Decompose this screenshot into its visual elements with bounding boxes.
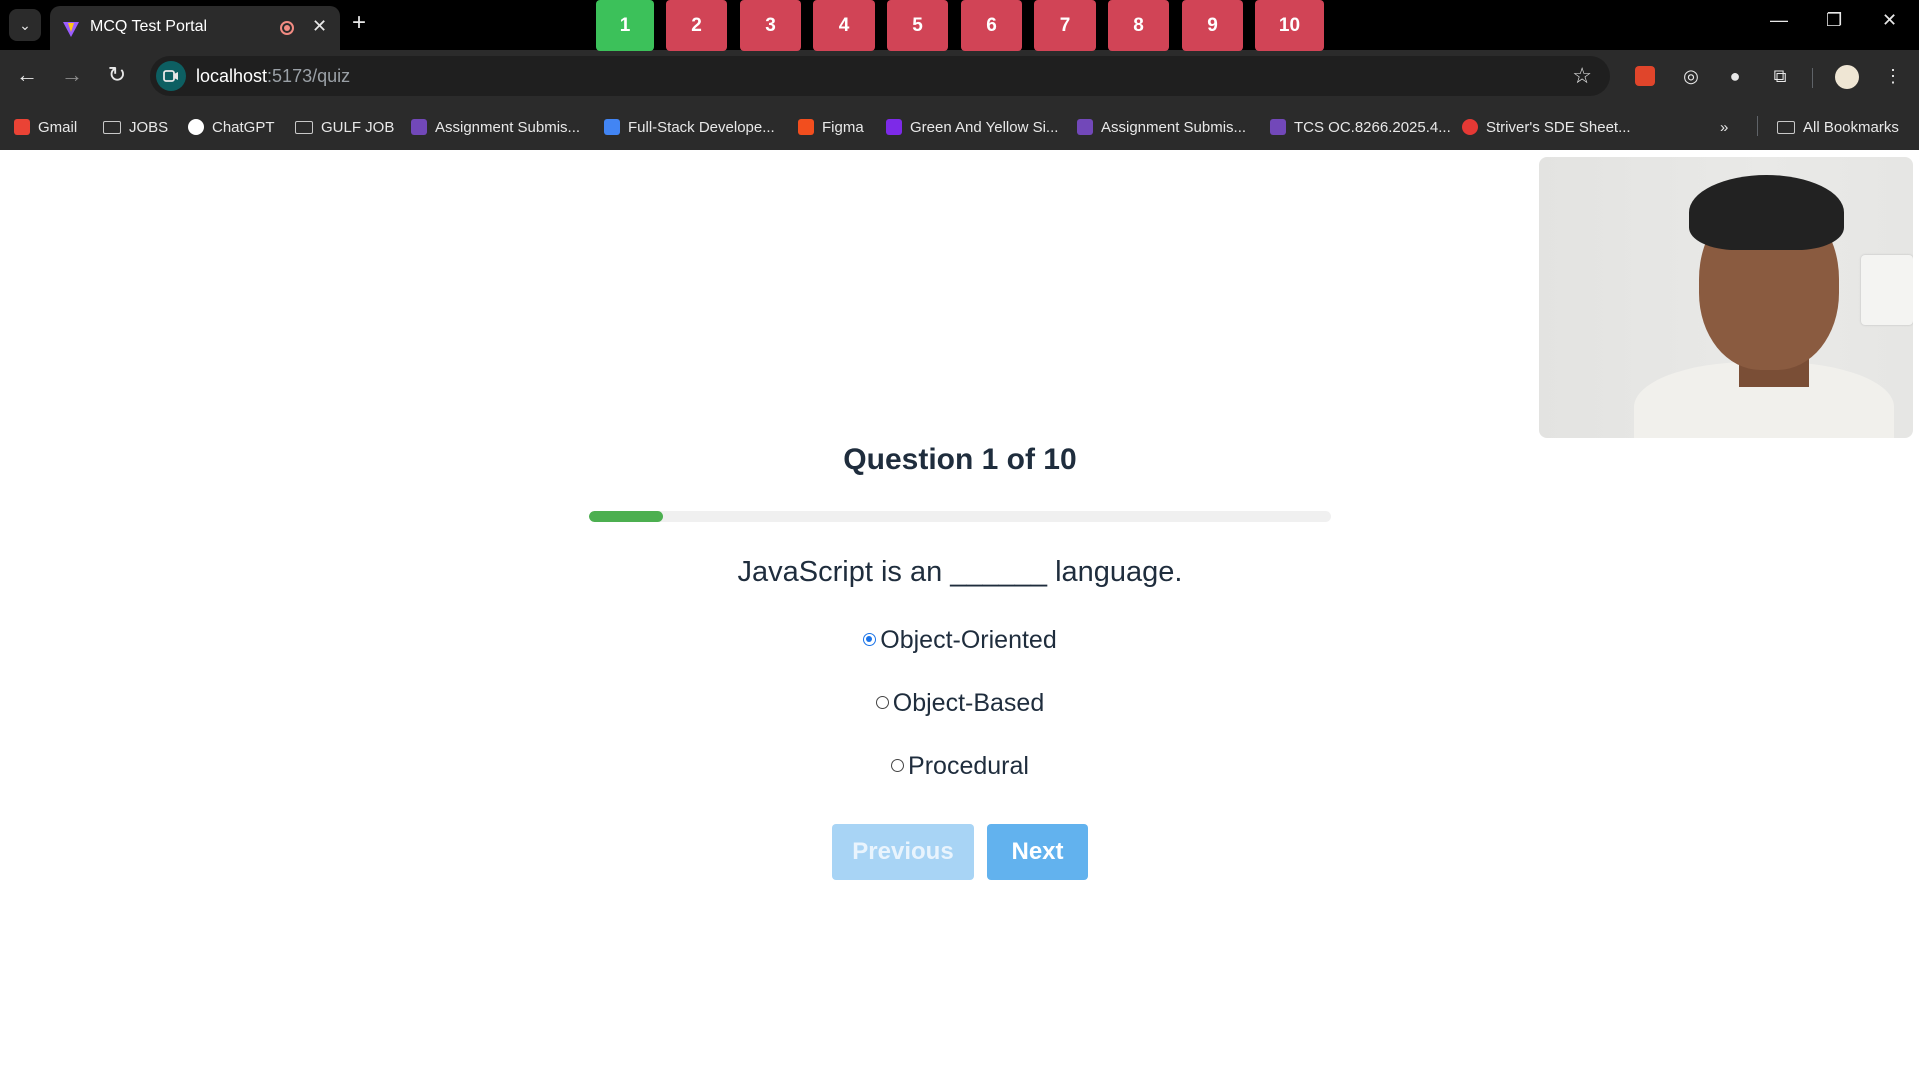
bookmark-chatgpt[interactable]: ChatGPT — [188, 116, 275, 138]
question-button-2[interactable]: 2 — [666, 0, 727, 51]
bookmark-figma[interactable]: Figma — [798, 116, 864, 138]
bookmark-striver[interactable]: Striver's SDE Sheet... — [1462, 116, 1631, 138]
bookmark-label: ChatGPT — [212, 118, 275, 136]
tab-title: MCQ Test Portal — [90, 18, 208, 35]
folder-icon — [103, 120, 121, 134]
more-bookmarks-button[interactable]: » — [1720, 116, 1728, 138]
restore-icon[interactable]: ❐ — [1826, 10, 1842, 31]
question-button-8[interactable]: 8 — [1108, 0, 1169, 51]
bookmark-star-icon[interactable]: ☆ — [1572, 63, 1592, 89]
question-button-9[interactable]: 9 — [1182, 0, 1243, 51]
bookmark-fullstack[interactable]: Full-Stack Develope... — [604, 116, 775, 138]
close-window-icon[interactable]: ✕ — [1882, 10, 1897, 31]
all-bookmarks-button[interactable]: All Bookmarks — [1777, 116, 1899, 138]
question-button-7[interactable]: 7 — [1034, 0, 1096, 51]
bookmark-green-yellow[interactable]: Green And Yellow Si... — [886, 116, 1058, 138]
figma-icon — [798, 119, 814, 135]
radio-icon[interactable] — [875, 695, 889, 709]
wall-socket — [1861, 255, 1913, 325]
double-chevron-icon: » — [1720, 118, 1729, 136]
question-button-5[interactable]: 5 — [887, 0, 948, 51]
bookmark-jobs[interactable]: JOBS — [103, 116, 168, 138]
profile-avatar[interactable] — [1835, 65, 1859, 89]
question-button-1[interactable]: 1 — [596, 0, 654, 51]
vite-logo-icon — [63, 22, 79, 37]
radio-selected-icon[interactable] — [863, 632, 877, 646]
bookmark-label: GULF JOB — [321, 118, 395, 136]
browser-toolbar: ← → ↻ localhost:5173/quiz ☆ ◎ ● ⧉ ⋮ — [0, 50, 1919, 102]
bookmark-label: Assignment Submis... — [1101, 118, 1247, 136]
chevron-down-icon: ⌄ — [19, 16, 31, 33]
forms-icon — [1270, 119, 1286, 135]
tuf-icon — [1462, 119, 1478, 135]
question-button-4[interactable]: 4 — [813, 0, 875, 51]
forms-icon — [1077, 119, 1093, 135]
person-hair — [1689, 175, 1844, 250]
extension-red-icon[interactable] — [1633, 64, 1657, 88]
question-button-3[interactable]: 3 — [740, 0, 801, 51]
toolbar-divider — [1812, 68, 1813, 88]
extensions-puzzle-icon[interactable]: ⧉ — [1768, 64, 1792, 88]
bookmark-label: Gmail — [38, 118, 78, 136]
docs-icon — [604, 119, 620, 135]
option-label[interactable]: Object-Oriented — [880, 626, 1056, 654]
address-bar[interactable]: localhost:5173/quiz ☆ — [150, 56, 1610, 96]
question-button-6[interactable]: 6 — [961, 0, 1022, 51]
extension-circle-icon[interactable]: ● — [1723, 64, 1747, 88]
bookmark-assignment-2[interactable]: Assignment Submis... — [1077, 116, 1246, 138]
camera-icon[interactable] — [156, 61, 186, 91]
forms-icon — [411, 119, 427, 135]
next-button[interactable]: Next — [987, 824, 1088, 880]
close-tab-icon[interactable]: ✕ — [312, 16, 327, 37]
option-3[interactable]: Procedural — [589, 752, 1331, 781]
url-host: localhost — [196, 66, 268, 86]
bookmark-assignment-1[interactable]: Assignment Submis... — [411, 116, 580, 138]
bookmark-label: Assignment Submis... — [435, 118, 581, 136]
gmail-icon — [14, 119, 30, 135]
option-label[interactable]: Object-Based — [893, 689, 1044, 717]
chatgpt-icon — [188, 119, 204, 135]
tab-active[interactable]: MCQ Test Portal ✕ — [50, 6, 340, 50]
tab-search-button[interactable]: ⌄ — [9, 9, 41, 41]
back-arrow-icon[interactable]: ← — [14, 63, 40, 87]
question-text: JavaScript is an ______ language. — [737, 556, 1183, 588]
bookmark-label: Figma — [822, 118, 864, 136]
new-tab-button[interactable]: + — [352, 10, 366, 36]
folder-icon — [1777, 120, 1795, 134]
bookmark-gulf-job[interactable]: GULF JOB — [295, 116, 394, 138]
option-1[interactable]: Object-Oriented — [589, 626, 1331, 655]
bookmark-label: Green And Yellow Si... — [910, 118, 1059, 136]
question-title: Question 1 of 10 — [843, 443, 1077, 476]
minimize-icon[interactable]: — — [1770, 10, 1788, 31]
question-button-10[interactable]: 10 — [1255, 0, 1324, 51]
previous-button[interactable]: Previous — [832, 824, 974, 880]
folder-icon — [295, 120, 313, 134]
option-2[interactable]: Object-Based — [589, 689, 1331, 718]
forward-arrow-icon[interactable]: → — [59, 63, 85, 87]
recording-icon — [280, 21, 294, 35]
webcam-preview — [1539, 157, 1913, 438]
bookmark-label: Striver's SDE Sheet... — [1486, 118, 1631, 136]
reload-icon[interactable]: ↻ — [104, 63, 130, 87]
option-label[interactable]: Procedural — [908, 752, 1029, 780]
extension-target-icon[interactable]: ◎ — [1679, 64, 1703, 88]
bookmark-tcs[interactable]: TCS OC.8266.2025.4... — [1270, 116, 1451, 138]
bookmark-label: TCS OC.8266.2025.4... — [1294, 118, 1451, 136]
bookmark-label: All Bookmarks — [1803, 118, 1899, 136]
radio-icon[interactable] — [891, 758, 905, 772]
progress-fill — [589, 511, 664, 522]
bookmark-gmail[interactable]: Gmail — [14, 116, 77, 138]
url-text[interactable]: localhost:5173/quiz — [196, 66, 350, 87]
bookmarks-divider — [1757, 116, 1758, 136]
canva-icon — [886, 119, 902, 135]
menu-kebab-icon[interactable]: ⋮ — [1881, 64, 1905, 88]
url-path: :5173/quiz — [267, 66, 351, 86]
bookmark-label: Full-Stack Develope... — [628, 118, 775, 136]
tab-strip: ⌄ MCQ Test Portal ✕ + — ❐ ✕ — [0, 0, 1919, 50]
progress-bar — [589, 511, 1331, 522]
bookmarks-bar: Gmail JOBS ChatGPT GULF JOB Assignment S… — [0, 102, 1919, 150]
bookmark-label: JOBS — [129, 118, 169, 136]
